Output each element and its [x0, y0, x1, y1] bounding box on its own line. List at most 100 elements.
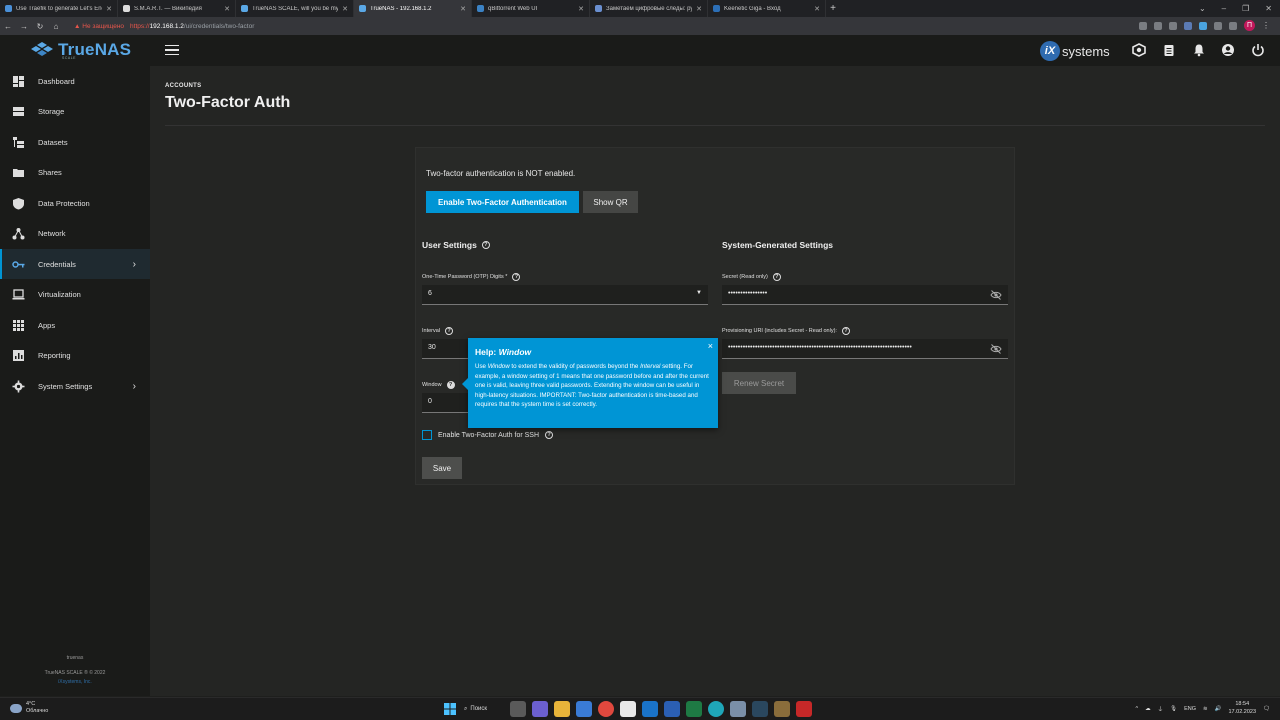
task-view-icon[interactable]: [510, 701, 526, 717]
sidebar-item-datasets[interactable]: Datasets: [0, 127, 150, 157]
browser-tab[interactable]: qBittorrent Web UI ✕: [472, 0, 590, 17]
app-icon[interactable]: [796, 701, 812, 717]
sidebar-item-storage[interactable]: Storage: [0, 97, 150, 127]
browser-tab[interactable]: Use Traefik to generate Let's Enc ✕: [0, 0, 118, 17]
close-tab-icon[interactable]: ✕: [106, 5, 112, 13]
jobs-clipboard-icon[interactable]: [1162, 43, 1176, 57]
sidebar-item-shares[interactable]: Shares: [0, 158, 150, 188]
help-icon[interactable]: ?: [481, 241, 490, 249]
help-icon[interactable]: ?: [445, 327, 454, 335]
visibility-off-icon[interactable]: [990, 290, 1002, 300]
home-icon[interactable]: ⌂: [48, 22, 64, 31]
truenas-logo[interactable]: TrueNAS: [30, 40, 131, 60]
app-icon[interactable]: [774, 701, 790, 717]
file-explorer-icon[interactable]: [554, 701, 570, 717]
browser-tab[interactable]: TrueNAS SCALE, will you be my ✕: [236, 0, 354, 17]
footer-vendor-link[interactable]: iXsystems, Inc.: [0, 679, 150, 685]
menu-toggle-button[interactable]: [165, 43, 179, 57]
tab-search-icon[interactable]: ⌄: [1199, 4, 1206, 13]
show-qr-button[interactable]: Show QR: [583, 191, 638, 213]
minimize-icon[interactable]: –: [1222, 4, 1226, 13]
close-icon[interactable]: ×: [708, 341, 713, 351]
close-tab-icon[interactable]: ✕: [460, 5, 466, 13]
close-tab-icon[interactable]: ✕: [224, 5, 230, 13]
chrome-icon[interactable]: [598, 701, 614, 717]
extension-icon[interactable]: [1184, 21, 1192, 30]
word-icon[interactable]: [664, 701, 680, 717]
puzzle-icon[interactable]: [1214, 21, 1222, 30]
help-icon[interactable]: ?: [841, 327, 850, 335]
windows-start-icon[interactable]: [442, 701, 458, 717]
truecommand-icon[interactable]: [1132, 43, 1146, 57]
edge-icon[interactable]: [708, 701, 724, 717]
enable-two-factor-button[interactable]: Enable Two-Factor Authentication: [426, 191, 579, 213]
volume-icon[interactable]: 🔊: [1215, 706, 1222, 712]
sidebar-item-credentials[interactable]: Credentials ›: [0, 249, 150, 279]
onedrive-icon[interactable]: ☁: [1145, 706, 1151, 712]
sidebar-item-network[interactable]: Network: [0, 219, 150, 249]
new-tab-button[interactable]: +: [826, 3, 840, 14]
visibility-off-icon[interactable]: [990, 344, 1002, 354]
excel-icon[interactable]: [686, 701, 702, 717]
otp-digits-select[interactable]: 6 ▼: [422, 285, 708, 305]
zoom-icon[interactable]: [1139, 21, 1147, 30]
sidebar-item-dashboard[interactable]: Dashboard: [0, 66, 150, 96]
close-tab-icon[interactable]: ✕: [696, 5, 702, 13]
close-tab-icon[interactable]: ✕: [342, 5, 348, 13]
remote-desktop-icon[interactable]: [730, 701, 746, 717]
maximize-icon[interactable]: ❐: [1242, 4, 1249, 13]
notification-center-icon[interactable]: 🗨: [1263, 706, 1270, 712]
sidebar-item-virtualization[interactable]: Virtualization: [0, 280, 150, 310]
close-tab-icon[interactable]: ✕: [814, 5, 820, 13]
sidebar-item-system-settings[interactable]: System Settings ›: [0, 371, 150, 401]
url-field[interactable]: https://192.168.1.2/ui/credentials/two-f…: [130, 23, 254, 30]
ssh-two-factor-checkbox[interactable]: [422, 430, 432, 440]
ixsystems-logo[interactable]: iX systems: [1040, 41, 1110, 61]
store-icon[interactable]: [576, 701, 592, 717]
breadcrumb[interactable]: ACCOUNTS: [165, 83, 201, 89]
mic-icon[interactable]: 🎙: [1170, 706, 1177, 712]
steam-icon[interactable]: [752, 701, 768, 717]
security-warning[interactable]: ▲ Не защищено: [74, 23, 124, 30]
browser-tab[interactable]: S.M.A.R.T. — Википедия ✕: [118, 0, 236, 17]
ssh-two-factor-label[interactable]: Enable Two-Factor Auth for SSH: [438, 432, 539, 439]
close-window-icon[interactable]: ✕: [1265, 4, 1272, 13]
back-icon[interactable]: ←: [0, 22, 16, 31]
browser-tab[interactable]: TrueNAS - 192.168.1.2 ✕: [354, 0, 472, 17]
notifications-bell-icon[interactable]: [1192, 43, 1206, 57]
help-icon[interactable]: ?: [772, 273, 781, 281]
bookmark-star-icon[interactable]: [1169, 21, 1177, 30]
taskbar-search[interactable]: ⌕ Поиск: [464, 701, 504, 717]
help-icon[interactable]: ?: [545, 431, 554, 439]
share-icon[interactable]: [1154, 21, 1162, 30]
sidebar-item-apps[interactable]: Apps: [0, 310, 150, 340]
browser-tab[interactable]: Keenetic Giga - Вход ✕: [708, 0, 826, 17]
tray-chevron-up-icon[interactable]: ^: [1136, 706, 1139, 712]
clock[interactable]: 18:54 17.02.2023: [1228, 701, 1256, 716]
weather-widget[interactable]: 4°C Облачно: [10, 701, 48, 715]
help-icon[interactable]: ?: [512, 273, 521, 281]
wifi-icon[interactable]: ≋: [1203, 706, 1208, 712]
account-circle-icon[interactable]: [1221, 43, 1235, 57]
chat-icon[interactable]: [532, 701, 548, 717]
sidebar-item-data-protection[interactable]: Data Protection: [0, 188, 150, 218]
help-icon[interactable]: ?: [446, 381, 455, 389]
reload-icon[interactable]: ↻: [32, 22, 48, 31]
forward-icon[interactable]: →: [16, 22, 32, 31]
browser-menu-icon[interactable]: ⋮: [1262, 21, 1270, 30]
word-pad-icon[interactable]: [620, 701, 636, 717]
secret-field[interactable]: ••••••••••••••••: [722, 285, 1008, 305]
save-button[interactable]: Save: [422, 457, 462, 479]
provisioning-uri-field[interactable]: ••••••••••••••••••••••••••••••••••••••••…: [722, 339, 1008, 359]
outlook-icon[interactable]: [642, 701, 658, 717]
extension-icon[interactable]: [1199, 21, 1207, 30]
browser-tab[interactable]: Заметаем цифровые следы: ру ✕: [590, 0, 708, 17]
profile-avatar[interactable]: П: [1244, 20, 1255, 31]
language-indicator[interactable]: ENG: [1184, 706, 1196, 712]
close-tab-icon[interactable]: ✕: [578, 5, 584, 13]
sidepanel-icon[interactable]: [1229, 21, 1237, 30]
power-icon[interactable]: [1251, 43, 1265, 57]
renew-secret-button[interactable]: Renew Secret: [722, 372, 796, 394]
sidebar-item-reporting[interactable]: Reporting: [0, 341, 150, 371]
usb-icon[interactable]: ⏚: [1158, 705, 1164, 713]
